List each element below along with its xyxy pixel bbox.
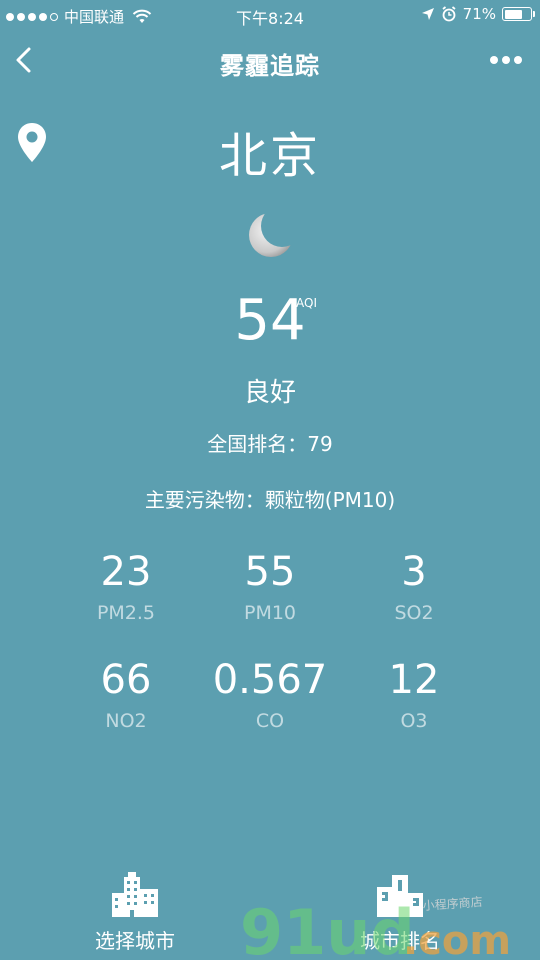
tab-label: 城市排名 [360,929,440,953]
aqi-level: 良好 [243,378,296,408]
more-dot [502,56,510,64]
page-title: 雾霾追踪 [220,52,320,80]
metric-row: 23 PM2.5 55 PM10 3 SO2 [0,548,540,656]
weather-icon [244,206,300,262]
more-button[interactable] [486,50,526,70]
aqi-unit: AQI [296,296,317,310]
tab-city-rank[interactable]: 城市排名 [330,871,470,954]
tab-bar: 选择城市 城市排名 [0,870,540,960]
status-bar: 中国联通 下午8:24 71% [0,0,540,30]
buildings-icon [112,872,158,917]
nav-bar: 雾霾追踪 [0,30,540,90]
aqi-block: 54 [0,288,540,353]
metric-value: 3 [401,549,427,595]
city-name: 北京 [218,128,321,184]
moon-icon [249,213,293,257]
battery-fill [504,9,523,19]
more-dot [514,56,522,64]
rank-value: 79 [307,432,333,456]
national-rank: 全国排名：79 [0,428,540,457]
status-bar-right: 71% [421,5,535,23]
pollutant-value: 颗粒物(PM10) [264,488,396,512]
aqi-value: 54 [234,288,306,353]
battery-icon [502,7,535,21]
tab-select-city[interactable]: 选择城市 [65,871,205,954]
metric-value: 12 [388,657,440,703]
more-dots-icon [490,56,498,64]
alarm-icon [442,6,456,22]
pollutant-label: 主要污染物： [144,488,265,512]
metric-label: O3 [400,710,428,732]
metric-o3: 12 O3 [324,656,504,732]
main-pollutant: 主要污染物：颗粒物(PM10) [0,484,540,513]
pollutant-metrics: 23 PM2.5 55 PM10 3 SO2 66 NO2 0.567 CO 1… [0,548,540,764]
podium-icon [377,875,423,917]
metric-label: SO2 [394,602,434,624]
rank-label: 全国排名： [207,432,308,456]
location-arrow-icon [421,8,434,20]
battery-percent: 71% [462,5,496,23]
metric-row: 66 NO2 0.567 CO 12 O3 [0,656,540,764]
metric-so2: 3 SO2 [324,548,504,624]
tab-label: 选择城市 [95,929,175,953]
